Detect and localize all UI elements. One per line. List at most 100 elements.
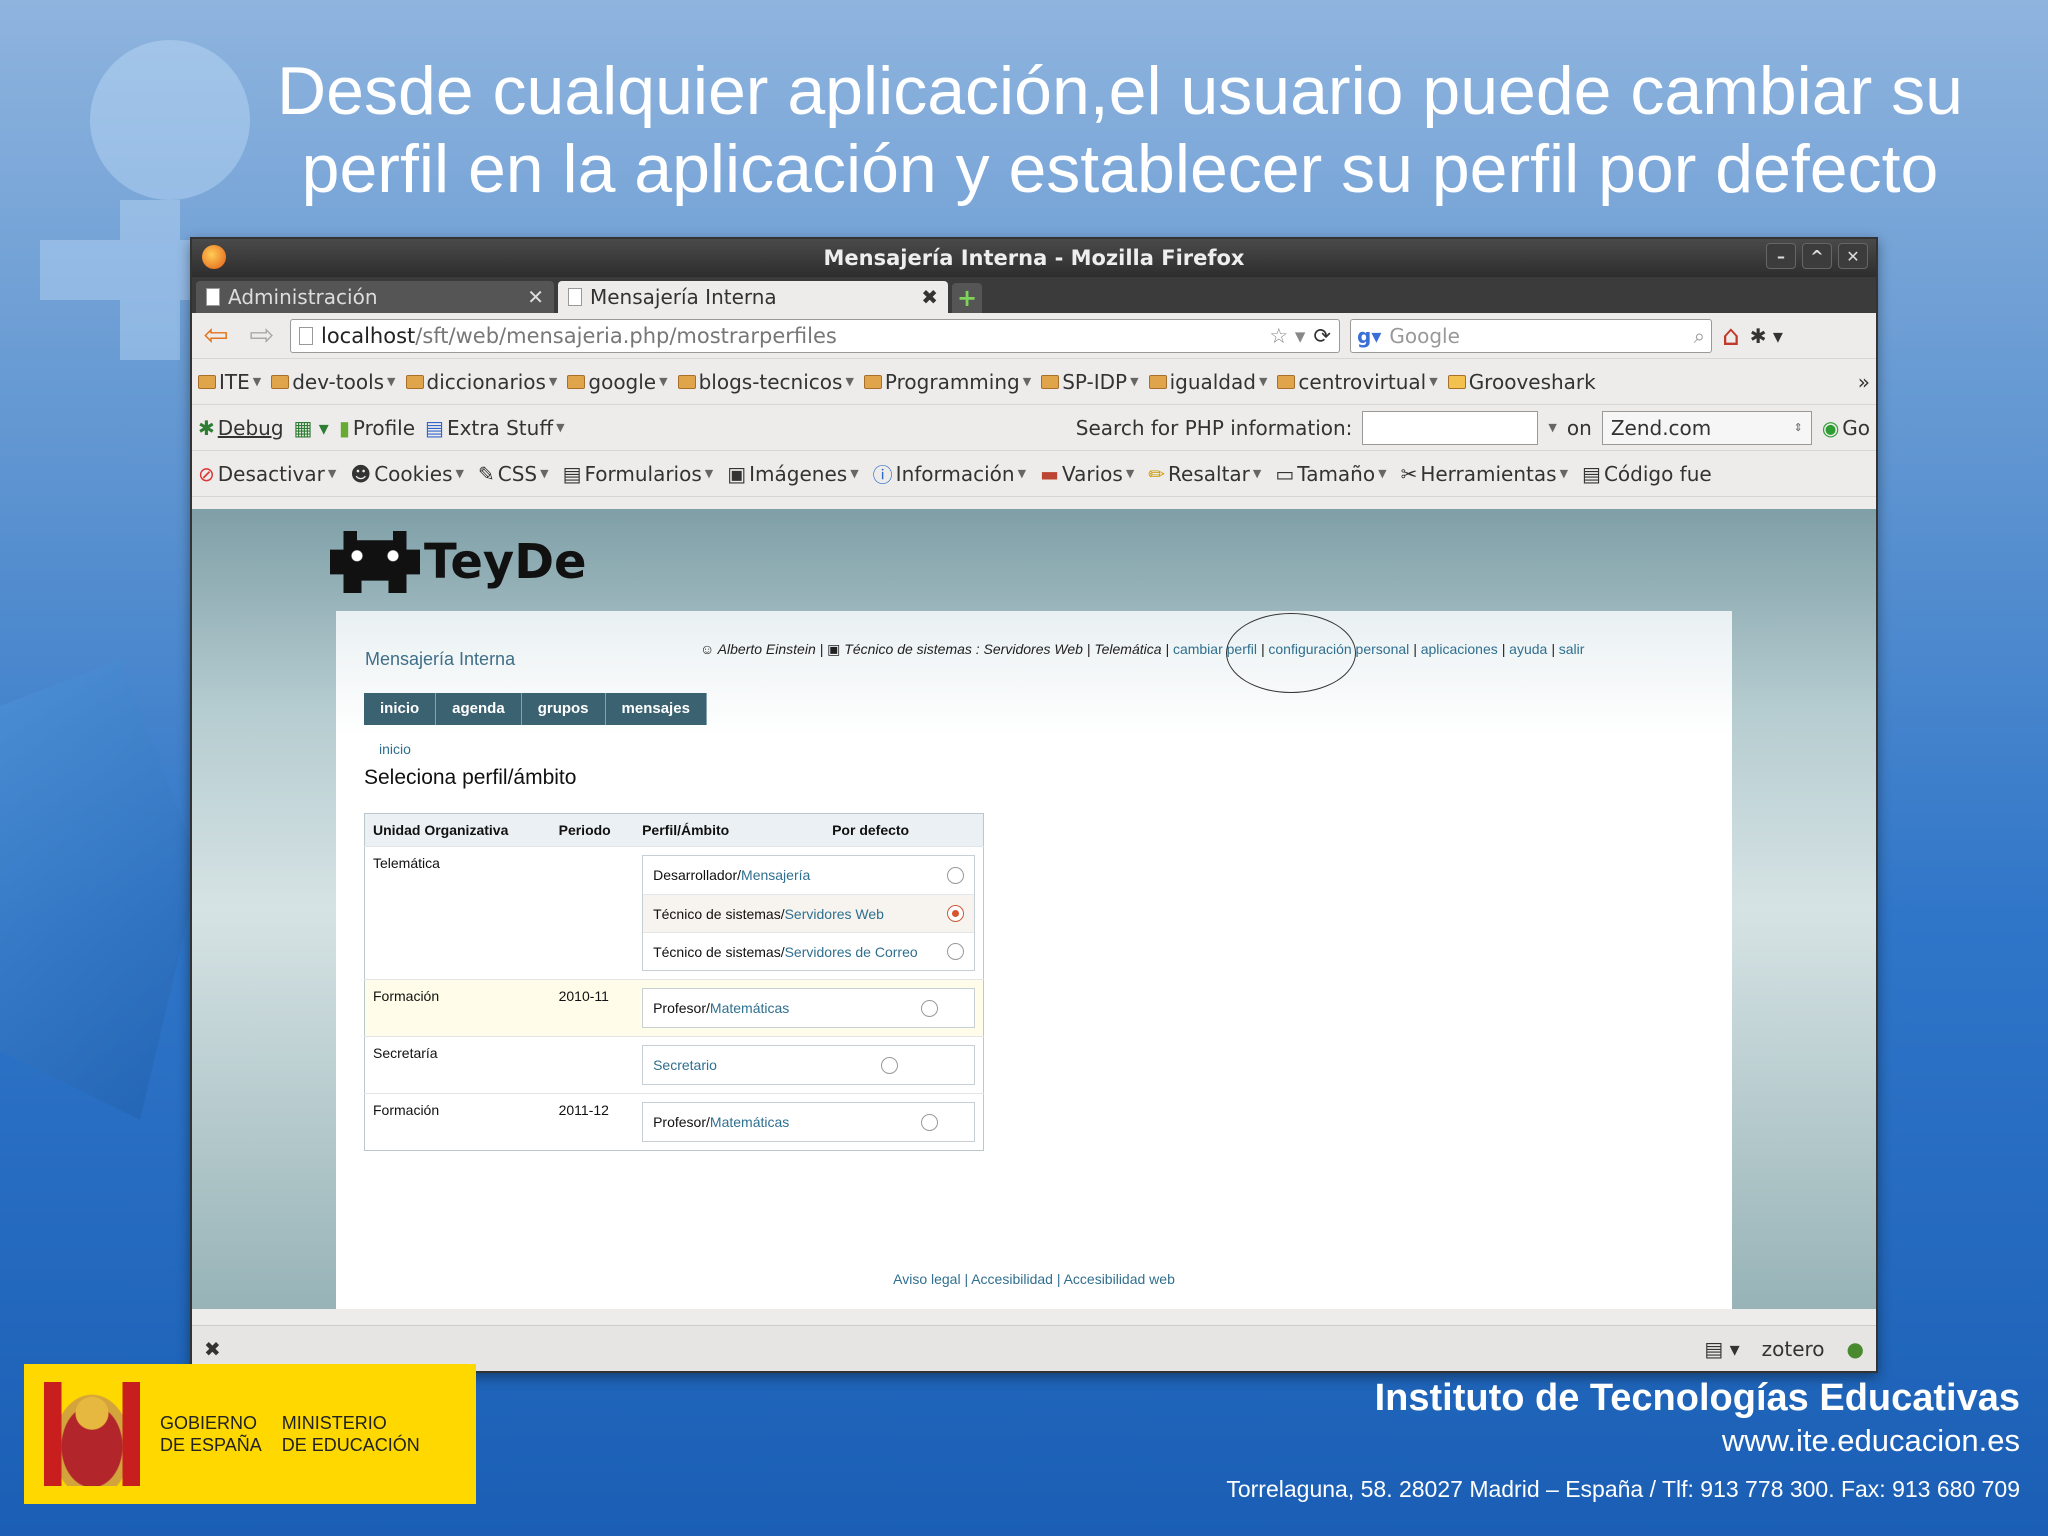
image-icon: ▣: [727, 461, 747, 486]
site-select[interactable]: Zend.com ⇕: [1601, 410, 1812, 445]
nav-agenda[interactable]: agenda: [436, 693, 522, 725]
nav-grupos[interactable]: grupos: [522, 693, 606, 725]
url-bar[interactable]: localhost/sft/web/mensajeria.php/mostrar…: [290, 318, 1340, 353]
bookmark-folder[interactable]: dev-tools ▼: [271, 370, 396, 394]
profile-option[interactable]: Desarrollador/Mensajería: [643, 856, 974, 894]
herramientas-menu[interactable]: ✂ Herramientas ▼: [1401, 462, 1568, 486]
bookmark-link[interactable]: Grooveshark: [1447, 370, 1596, 394]
home-icon[interactable]: ⌂: [1722, 319, 1740, 352]
forward-icon[interactable]: ⇨: [244, 318, 280, 353]
css-menu[interactable]: ✎ CSS ▼: [478, 462, 549, 486]
default-radio[interactable]: [921, 1113, 938, 1131]
source-icon: ▤: [1582, 461, 1601, 486]
profile-option[interactable]: Técnico de sistemas/Servidores Web: [643, 894, 974, 932]
user-bar: ☺ Alberto Einstein | ▣ Técnico de sistem…: [700, 641, 1585, 657]
reload-icon[interactable]: ⟳: [1313, 324, 1331, 348]
unit-cell: Formación: [364, 1093, 551, 1151]
default-radio[interactable]: [947, 905, 964, 922]
column-header: Perfil/Ámbito: [634, 813, 825, 847]
bookmark-folder[interactable]: diccionarios ▼: [405, 370, 557, 394]
ayuda-link[interactable]: ayuda: [1509, 641, 1547, 657]
bookmark-folder[interactable]: ITE ▼: [198, 370, 261, 394]
tab-close-icon[interactable]: ✕: [527, 285, 544, 309]
pencil-icon: ✎: [477, 461, 495, 486]
period-cell: 2010-11: [550, 979, 635, 1037]
default-radio[interactable]: [921, 999, 938, 1017]
profile-option[interactable]: Técnico de sistemas/Servidores de Correo: [643, 932, 974, 970]
extra-stuff-button[interactable]: ▤ Extra Stuff ▼: [425, 416, 565, 440]
extension-icon[interactable]: ✱ ▾: [1750, 324, 1783, 348]
minimize-button[interactable]: –: [1766, 243, 1796, 269]
back-icon[interactable]: ⇦: [198, 318, 234, 353]
firephp-toolbar: ✱ Debug ▦ ▾ ▮ Profile ▤ Extra Stuff ▼ Search…: [192, 405, 1876, 451]
table-row: Formación 2011-12 Profesor/Matemáticas: [364, 1093, 984, 1151]
nav-inicio[interactable]: inicio: [364, 693, 437, 725]
resaltar-menu[interactable]: ✏ Resaltar ▼: [1148, 462, 1261, 486]
gov-line2b: DE EDUCACIÓN: [281, 1435, 420, 1455]
firefox-icon[interactable]: [202, 245, 226, 269]
bug-icon: ✱: [198, 415, 215, 440]
bookmark-folder[interactable]: blogs-tecnicos ▼: [677, 370, 854, 394]
debug-button[interactable]: ✱ Debug: [198, 416, 284, 440]
default-radio[interactable]: [881, 1056, 898, 1074]
profile-option[interactable]: Secretario: [643, 1046, 974, 1084]
footer-links[interactable]: Aviso legal | Accesibilidad | Accesibili…: [336, 1271, 1732, 1287]
new-tab-button[interactable]: +: [952, 283, 982, 313]
informacion-menu[interactable]: ⓘ Información ▼: [873, 459, 1026, 488]
bookmark-star-icon[interactable]: ☆ ▾: [1269, 324, 1305, 348]
default-radio[interactable]: [947, 943, 964, 960]
tab-label: Administración: [228, 285, 378, 309]
codigo-fuente-menu[interactable]: ▤ Código fue: [1582, 462, 1712, 486]
grid-icon: ▤: [425, 415, 444, 440]
go-button[interactable]: ◉ Go: [1822, 416, 1870, 440]
app-name[interactable]: Mensajería Interna: [365, 649, 515, 670]
addon-icon[interactable]: ▤ ▾: [1704, 1337, 1739, 1361]
zotero-button[interactable]: zotero: [1762, 1337, 1825, 1361]
bookmarks-toolbar: ITE ▼ dev-tools ▼ diccionarios ▼ google ▼ bl…: [192, 359, 1876, 405]
formularios-menu[interactable]: ▤ Formularios ▼: [563, 462, 714, 486]
nav-mensajes[interactable]: mensajes: [606, 693, 707, 725]
profile-option[interactable]: Profesor/Matemáticas: [643, 989, 974, 1027]
bookmark-folder[interactable]: igualdad ▼: [1148, 370, 1267, 394]
webdeveloper-toolbar: ⊘ Desactivar ▼ ☻ Cookies ▼ ✎ CSS ▼ ▤ Formulario…: [192, 451, 1876, 497]
crystal-decoration: [0, 660, 200, 1120]
php-search-dropdown-icon[interactable]: ▼: [1548, 421, 1556, 434]
varios-menu[interactable]: ▬ Varios ▼: [1040, 462, 1134, 486]
tab-administracion[interactable]: Administración ✕: [196, 281, 554, 313]
page-icon: [568, 288, 582, 306]
profile-button[interactable]: ▮ Profile: [339, 416, 415, 440]
tamano-menu[interactable]: ▭ Tamaño ▼: [1275, 462, 1386, 486]
bookmark-folder[interactable]: centrovirtual ▼: [1277, 370, 1438, 394]
url-host: localhost: [321, 323, 416, 348]
close-findbar-icon[interactable]: ✖: [204, 1337, 221, 1361]
profile-option[interactable]: Profesor/Matemáticas: [643, 1103, 974, 1141]
aplicaciones-link[interactable]: aplicaciones: [1421, 641, 1498, 657]
maximize-button[interactable]: ^: [1802, 243, 1832, 269]
imagenes-menu[interactable]: ▣ Imágenes ▼: [727, 462, 858, 486]
bookmark-folder[interactable]: Programming ▼: [863, 370, 1031, 394]
cookies-menu[interactable]: ☻ Cookies ▼: [350, 462, 464, 486]
tab-mensajeria[interactable]: Mensajería Interna ✖: [558, 281, 948, 313]
default-radio[interactable]: [947, 866, 964, 884]
institute-info: Instituto de Tecnologías Educativas www.…: [1226, 1374, 2020, 1510]
bookmark-folder[interactable]: google ▼: [567, 370, 668, 394]
tab-bar: Administración ✕ Mensajería Interna ✖ +: [192, 277, 1876, 313]
column-header: Periodo: [550, 813, 635, 847]
search-icon[interactable]: ⌕: [1694, 324, 1705, 348]
desactivar-menu[interactable]: ⊘ Desactivar ▼: [198, 462, 336, 486]
php-search-input[interactable]: [1362, 410, 1539, 445]
search-box[interactable]: g▾ Google ⌕: [1350, 318, 1712, 353]
window-title: Mensajería Interna - Mozilla Firefox: [823, 246, 1245, 270]
bookmark-folder[interactable]: SP-IDP ▼: [1041, 370, 1139, 394]
tab-close-icon[interactable]: ✖: [921, 285, 938, 309]
bookmarks-more-icon[interactable]: »: [1858, 370, 1870, 394]
breadcrumb[interactable]: inicio: [379, 741, 411, 757]
salir-link[interactable]: salir: [1559, 641, 1585, 657]
app-panel: Mensajería Interna ☺ Alberto Einstein | …: [336, 611, 1732, 1309]
window-titlebar: Mensajería Interna - Mozilla Firefox – ^…: [192, 239, 1876, 277]
chart-icon[interactable]: ▦ ▾: [294, 416, 329, 440]
status-icon[interactable]: ●: [1847, 1337, 1864, 1361]
profile-table: Unidad Organizativa Periodo Perfil/Ámbit…: [364, 813, 984, 1151]
page-content: TeyDe Mensajería Interna ☺ Alberto Einst…: [192, 509, 1876, 1309]
close-button[interactable]: ✕: [1838, 243, 1868, 269]
